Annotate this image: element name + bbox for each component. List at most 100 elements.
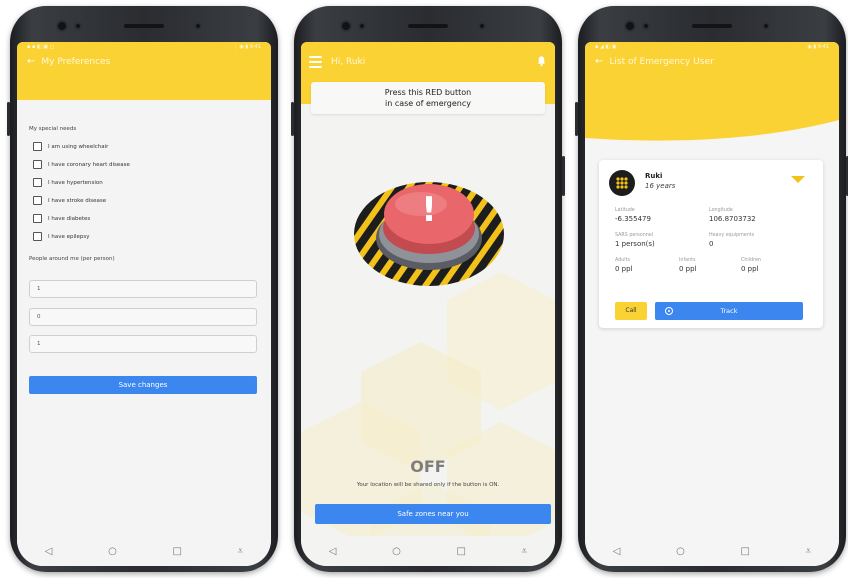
front-camera-icon [624,20,636,32]
sensor-icon [194,22,202,30]
section-label-people: People around me (per person) [29,256,115,262]
sars-value: 1 person(s) [615,240,655,248]
phone-top-bezel [578,18,846,34]
android-nav-bar: ◁ ○ □ ⩡ [17,536,271,566]
heavy-equipment-value: 0 [709,240,714,248]
sensor-icon [642,22,650,30]
earpiece-speaker [408,24,448,28]
page-title-text: List of Emergency User [609,56,714,67]
phone-frame-emergency-users: ▪ ◢ ◧ ▣ ◉ ▮ 9:41 ← List of Emergency Use… [575,6,848,572]
call-button[interactable]: Call [615,302,647,320]
nav-recents-icon[interactable]: □ [172,546,181,557]
user-age: 16 years [645,182,676,190]
nav-recents-icon[interactable]: □ [740,546,749,557]
sensor-icon [358,22,366,30]
phone-top-bezel [10,18,278,34]
nav-extra-icon[interactable]: ⩡ [522,546,528,557]
checkbox-box[interactable] [33,232,42,241]
save-changes-button[interactable]: Save changes [29,376,257,394]
checkbox-box[interactable] [33,178,42,187]
nav-recents-icon[interactable]: □ [456,546,465,557]
infants-label: Infants [679,258,696,263]
adults-value: 0 ppl [615,265,633,273]
android-nav-bar: ◁ ○ □ ⩡ [301,536,555,566]
back-arrow-icon[interactable]: ← [27,56,35,67]
status-icons-right: ◉ ▮ 9:41 [807,44,829,50]
children-label: Children [741,258,761,263]
sensor-icon [74,22,82,30]
sensor-icon [762,22,770,30]
earpiece-speaker [124,24,164,28]
hamburger-menu-icon[interactable] [309,56,322,71]
instruction-banner: Press this RED button in case of emergen… [311,82,545,114]
nav-home-icon[interactable]: ○ [392,546,401,557]
checkbox-box[interactable] [33,214,42,223]
exclamation-mark: ! [421,190,437,230]
checkbox-label: I have hypertension [48,179,103,186]
nav-extra-icon[interactable]: ⩡ [238,546,244,557]
section-label-needs: My special needs [29,126,77,132]
children-value: 0 ppl [741,265,759,273]
android-nav-bar: ◁ ○ □ ⩡ [585,536,839,566]
checkbox-diabetes[interactable]: I have diabetes [33,214,90,223]
track-label: Track [720,307,738,315]
front-camera-icon [340,20,352,32]
safe-zones-button[interactable]: Safe zones near you [315,504,551,524]
checkbox-box[interactable] [33,160,42,169]
status-icons-left: ▪ ▪ ◧ ▣ ◻ [27,44,54,50]
greeting-title: Hi, Ruki [331,57,366,67]
location-note: Your location will be shared only if the… [356,482,500,488]
instruction-line-1: Press this RED button [384,88,472,97]
checkbox-heart-disease[interactable]: I have coronary heart disease [33,160,130,169]
radio-icon [665,307,673,315]
power-button [562,156,565,196]
front-camera-icon [56,20,68,32]
heavy-equipment-label: Heavy equipments [709,233,755,238]
emergency-button[interactable] [349,170,509,290]
emergency-user-card[interactable]: Ruki 16 years Latitude -6.355479 Longitu… [599,160,823,328]
nav-extra-icon[interactable]: ⩡ [806,546,812,557]
people-input-3[interactable]: 1 [29,335,257,353]
track-button[interactable]: Track [655,302,803,320]
sars-label: SARS personnel [615,233,654,238]
screen-preferences: ▪ ▪ ◧ ▣ ◻ ⋮ ◉ ▮ 9:41 ← My Preferences My… [17,42,271,566]
checkbox-box[interactable] [33,196,42,205]
nav-home-icon[interactable]: ○ [108,546,117,557]
checkbox-label: I have epilepsy [48,233,90,240]
page-title: ← My Preferences [27,56,110,67]
screen-emergency-users: ▪ ◢ ◧ ▣ ◉ ▮ 9:41 ← List of Emergency Use… [585,42,839,566]
instruction-line-2: in case of emergency [384,99,471,108]
nav-back-icon[interactable]: ◁ [613,546,621,557]
page-title-text: My Preferences [41,56,111,67]
checkbox-label: I have stroke disease [48,197,107,204]
checkbox-box[interactable] [33,142,42,151]
checkbox-hypertension[interactable]: I have hypertension [33,178,103,187]
people-input-2[interactable]: 0 [29,308,257,326]
infants-value: 0 ppl [679,265,697,273]
bell-icon[interactable] [536,55,547,67]
button-state-text: OFF [410,457,446,476]
volume-button [7,102,10,136]
checkbox-wheelchair[interactable]: I am using wheelchair [33,142,108,151]
page-title: ← List of Emergency User [595,56,714,67]
phone-frame-emergency: Hi, Ruki Press this RED button in case o… [291,6,565,572]
sensor-icon [478,22,486,30]
nav-back-icon[interactable]: ◁ [45,546,53,557]
nav-back-icon[interactable]: ◁ [329,546,337,557]
mockup-stage: ▪ ▪ ◧ ▣ ◻ ⋮ ◉ ▮ 9:41 ← My Preferences My… [0,0,848,578]
chevron-down-icon[interactable] [791,176,805,184]
people-input-1[interactable]: 1 [29,280,257,298]
checkbox-epilepsy[interactable]: I have epilepsy [33,232,90,241]
status-icons-left: ▪ ◢ ◧ ▣ [595,44,617,50]
checkbox-stroke[interactable]: I have stroke disease [33,196,106,205]
nav-home-icon[interactable]: ○ [676,546,685,557]
checkbox-label: I have coronary heart disease [48,161,130,168]
screen-emergency: Hi, Ruki Press this RED button in case o… [301,42,555,566]
latitude-label: Latitude [615,208,635,213]
earpiece-speaker [692,24,732,28]
adults-label: Adults [615,258,630,263]
phone-frame-preferences: ▪ ▪ ◧ ▣ ◻ ⋮ ◉ ▮ 9:41 ← My Preferences My… [7,6,278,572]
back-arrow-icon[interactable]: ← [595,56,603,67]
phone-top-bezel [294,18,562,34]
avatar-dots-icon [616,177,628,189]
